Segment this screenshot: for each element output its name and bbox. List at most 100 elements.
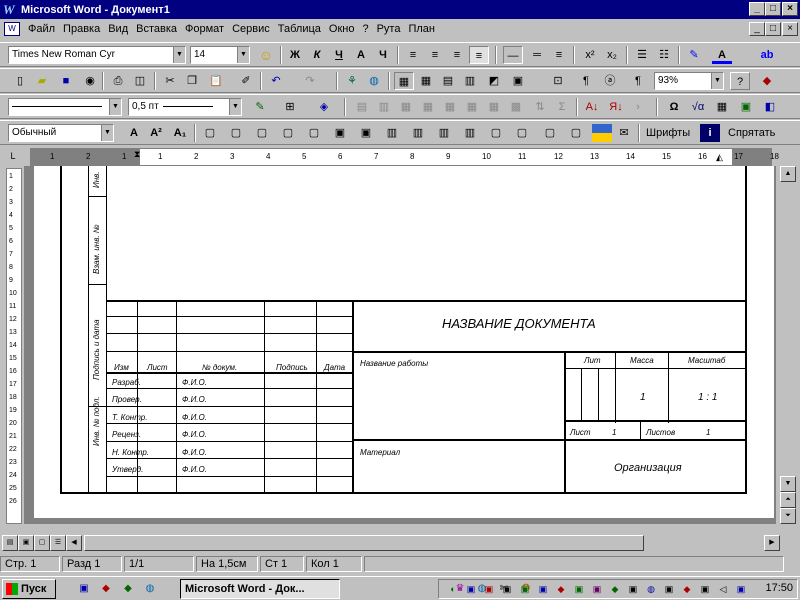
bullets-icon[interactable]: ☷ — [654, 46, 674, 64]
right-indent-marker-icon[interactable]: ◭ — [716, 152, 723, 163]
tray-icon[interactable]: ▣ — [481, 582, 497, 596]
document-map-icon[interactable]: ▣ — [508, 72, 528, 90]
vertical-ruler[interactable]: 1 2 3 4 5 6 7 8 9 10 11 12 13 14 15 16 17 18 19 20 21 22 23 24 2… — [6, 168, 22, 524]
office-assistant-icon[interactable]: ◆ — [757, 72, 777, 90]
format-painter-icon[interactable]: ✐ — [236, 72, 256, 90]
align-middle-icon[interactable]: ▦ — [418, 98, 438, 116]
clipart-icon[interactable]: ▣ — [736, 98, 756, 116]
drawing-icon[interactable]: ◩ — [484, 72, 504, 90]
print-icon[interactable]: ⎙ — [108, 72, 128, 90]
superscript-a-icon[interactable]: A² — [146, 124, 166, 142]
doc-close-button[interactable]: × — [782, 22, 798, 36]
border-inside-icon[interactable]: ▣ — [330, 124, 350, 142]
chevron-down-icon[interactable]: ▼ — [173, 47, 185, 63]
fonts-button[interactable]: Шрифты — [646, 127, 690, 139]
line-spacing-2-icon[interactable]: ≡ — [549, 46, 569, 64]
menu-file[interactable]: Файл — [24, 20, 59, 38]
sort-descending-icon[interactable]: Я↓ — [606, 98, 626, 116]
font-size-select[interactable]: 14 ▼ — [190, 46, 250, 64]
tray-icon[interactable]: ▣ — [463, 582, 479, 596]
zoom-select[interactable]: 93% ▼ — [654, 72, 724, 90]
menu-help[interactable]: ? — [358, 20, 372, 38]
help-icon[interactable]: ? — [730, 72, 750, 90]
column-2-icon[interactable]: ▥ — [408, 124, 428, 142]
ab-icon[interactable]: ab — [757, 46, 777, 64]
page-view-icon[interactable]: ▢ — [34, 535, 50, 551]
show-formatting-icon[interactable]: ¶ — [576, 72, 596, 90]
shading-icon[interactable]: ◈ — [314, 98, 334, 116]
tray-icon[interactable]: ▣ — [499, 582, 515, 596]
save-icon[interactable]: ■ — [56, 72, 76, 90]
doc-restore-button[interactable]: □ — [765, 22, 781, 36]
border-top-icon[interactable]: ▢ — [226, 124, 246, 142]
tray-icon[interactable]: ◆ — [553, 582, 569, 596]
chevron-down-icon[interactable]: ▼ — [711, 73, 723, 89]
border-right-icon[interactable]: ▢ — [304, 124, 324, 142]
frame-1-icon[interactable]: ▢ — [486, 124, 506, 142]
distribute-cols-icon[interactable]: ▦ — [484, 98, 504, 116]
quicklaunch-icon[interactable]: ◍ — [142, 581, 158, 597]
menu-view[interactable]: Вид — [104, 20, 132, 38]
menu-tools[interactable]: Сервис — [228, 20, 274, 38]
align-left-icon[interactable]: ≡ — [403, 46, 423, 64]
column-1-icon[interactable]: ▥ — [382, 124, 402, 142]
insert-picture-icon[interactable]: ▦ — [712, 98, 732, 116]
start-button[interactable]: Пуск — [2, 579, 56, 599]
hyperlink-icon[interactable]: ⚘ — [342, 72, 362, 90]
tables-borders-icon[interactable]: ▦ — [394, 72, 414, 90]
justify-icon[interactable]: ≡ — [469, 46, 489, 64]
envelope-icon[interactable]: ✉ — [614, 124, 634, 142]
tray-icon[interactable]: ◍ — [643, 582, 659, 596]
tray-icon[interactable]: ◐ — [445, 582, 461, 596]
redo-icon[interactable]: ↷ — [300, 72, 320, 90]
search-icon[interactable]: ⓐ — [600, 72, 620, 90]
tray-icon[interactable]: ◆ — [679, 582, 695, 596]
desktop-icon[interactable]: ▣ — [76, 581, 92, 597]
menu-plan[interactable]: План — [404, 20, 439, 38]
border-bottom-icon[interactable]: ▢ — [252, 124, 272, 142]
quicklaunch-icon[interactable]: ◆ — [98, 581, 114, 597]
info-icon[interactable]: i — [700, 124, 720, 142]
strikethrough-icon[interactable]: A — [351, 46, 371, 64]
menu-edit[interactable]: Правка — [59, 20, 104, 38]
web-view-icon[interactable]: ▣ — [18, 535, 34, 551]
font-select[interactable]: Times New Roman Cyr ▼ — [8, 46, 186, 64]
quicklaunch-icon[interactable]: ◆ — [120, 581, 136, 597]
scroll-down-icon[interactable]: ▼ — [780, 476, 796, 492]
tray-icon[interactable]: ▣ — [697, 582, 713, 596]
vertical-scrollbar[interactable]: ▲ ▼ ⏶ ⏷ — [776, 166, 800, 524]
paragraph-icon[interactable]: ¶ — [628, 72, 648, 90]
close-button[interactable]: × — [782, 2, 798, 16]
tray-icon[interactable]: ◆ — [607, 582, 623, 596]
tab-selector-icon[interactable]: L — [6, 150, 20, 164]
scroll-right-icon[interactable]: ▶ — [764, 535, 780, 551]
chevron-down-icon[interactable]: ▼ — [237, 47, 249, 63]
open-folder-icon[interactable]: ▰ — [32, 72, 52, 90]
copy-icon[interactable]: ❐ — [182, 72, 202, 90]
indent-marker-icon[interactable]: ⧗ — [134, 149, 140, 160]
print-preview-icon[interactable]: ◫ — [130, 72, 150, 90]
scroll-thumb[interactable] — [84, 535, 644, 551]
menu-table[interactable]: Таблица — [274, 20, 325, 38]
scroll-left-icon[interactable]: ◀ — [66, 535, 82, 551]
style-select[interactable]: Обычный ▼ — [8, 124, 114, 142]
tray-icon[interactable]: ▣ — [733, 582, 749, 596]
subscript-icon[interactable]: x₂ — [602, 46, 622, 64]
line-style-select[interactable]: ▼ — [8, 98, 122, 116]
frame-2-icon[interactable]: ▢ — [512, 124, 532, 142]
security-icon[interactable]: ◉ — [80, 72, 100, 90]
maximize-button[interactable]: □ — [765, 2, 781, 16]
tray-icon[interactable]: ▣ — [535, 582, 551, 596]
tray-icon[interactable]: ▣ — [661, 582, 677, 596]
columns-icon[interactable]: ▥ — [460, 72, 480, 90]
next-page-icon[interactable]: ⏷ — [780, 508, 796, 524]
tray-icon[interactable]: ▣ — [625, 582, 641, 596]
border-left-icon[interactable]: ▢ — [278, 124, 298, 142]
speaker-icon[interactable]: ◁ — [715, 582, 731, 596]
border-inside-h-icon[interactable]: ▣ — [356, 124, 376, 142]
cut-icon[interactable]: ✂ — [160, 72, 180, 90]
horizontal-scrollbar[interactable]: ▤ ▣ ▢ ☰ ◀ ▶ — [0, 534, 800, 552]
border-outside-icon[interactable]: ▢ — [200, 124, 220, 142]
menu-ruta[interactable]: Рута — [373, 20, 405, 38]
symbol-omega-icon[interactable]: Ω — [664, 98, 684, 116]
